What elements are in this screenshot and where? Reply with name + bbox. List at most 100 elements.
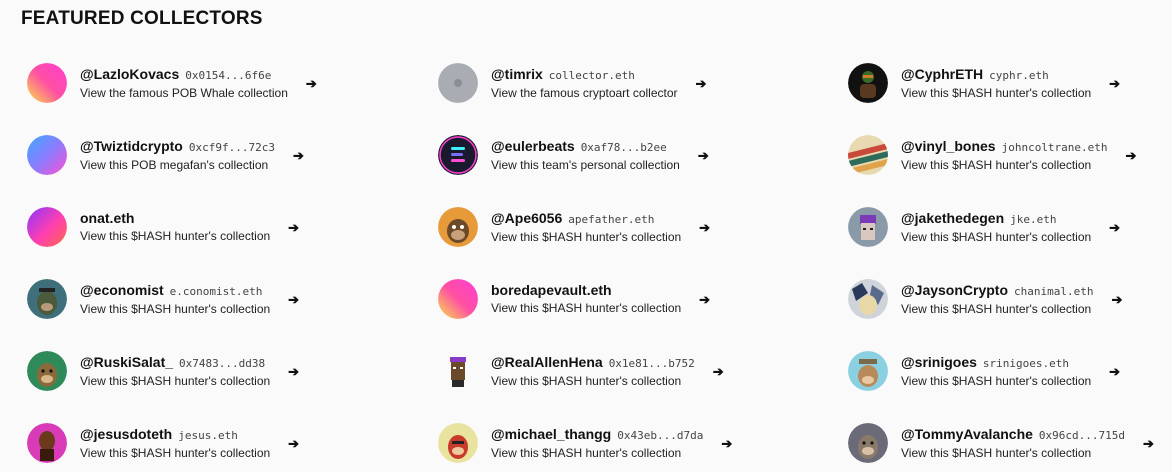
arrow-right-icon[interactable]: ➔ xyxy=(293,149,304,162)
arrow-right-icon[interactable]: ➔ xyxy=(1126,149,1137,162)
striped-art-avatar[interactable] xyxy=(848,135,888,175)
collector-info: @jesusdoteth jesus.eth View this $HASH hun… xyxy=(80,426,270,461)
gray-ape-avatar[interactable] xyxy=(848,423,888,463)
collector-handle[interactable]: @jesusdoteth xyxy=(80,426,172,442)
green-ape-avatar[interactable] xyxy=(27,351,67,391)
collector-card[interactable]: @CyphrETH cyphr.eth View this $HASH hunter… xyxy=(848,63,1120,103)
collector-handle[interactable]: @RealAllenHena xyxy=(491,354,603,370)
arrow-right-icon[interactable]: ➔ xyxy=(1109,77,1120,90)
collector-card[interactable]: @jesusdoteth jesus.eth View this $HASH hun… xyxy=(27,423,299,463)
collector-card[interactable]: @JaysonCrypto chanimal.eth View this $HASH… xyxy=(848,279,1122,319)
collector-handle[interactable]: @JaysonCrypto xyxy=(901,282,1008,298)
collector-header: @LazloKovacs 0x0154...6f6e xyxy=(80,66,288,84)
collector-header: @jesusdoteth jesus.eth xyxy=(80,426,270,444)
collector-handle[interactable]: @economist xyxy=(80,282,164,298)
collector-handle[interactable]: @jakethedegen xyxy=(901,210,1004,226)
collector-card[interactable]: @RuskiSalat_ 0x7483...dd38 View this $HASH… xyxy=(27,351,299,391)
collector-header: boredapevault.eth xyxy=(491,282,681,299)
collector-address: johncoltrane.eth xyxy=(1001,140,1108,154)
purple-hair-punk-avatar[interactable] xyxy=(848,207,888,247)
collector-card[interactable]: @TommyAvalanche 0x96cd...715d View this $H… xyxy=(848,423,1154,463)
collector-card[interactable]: @LazloKovacs 0x0154...6f6e View the famous… xyxy=(27,63,317,103)
collector-description: View this $HASH hunter's collection xyxy=(901,157,1092,172)
collector-description: View this $HASH hunter's collection xyxy=(901,301,1092,316)
collector-card[interactable]: onat.eth View this $HASH hunter's collect… xyxy=(27,207,299,247)
collector-handle[interactable]: onat.eth xyxy=(80,210,134,226)
collector-description: View this $HASH hunter's collection xyxy=(491,373,682,388)
collector-card[interactable]: @michael_thangg 0x43eb...d7da View this $H… xyxy=(438,423,732,463)
collector-card[interactable]: boredapevault.eth View this $HASH hunter'… xyxy=(438,279,710,319)
gradient-pink-orange-avatar[interactable] xyxy=(27,63,67,103)
arrow-right-icon[interactable]: ➔ xyxy=(1112,293,1123,306)
yellow-ape-avatar[interactable] xyxy=(438,423,478,463)
blue-ape-avatar[interactable] xyxy=(848,351,888,391)
collector-handle[interactable]: boredapevault.eth xyxy=(491,282,612,298)
dark-figure-avatar[interactable] xyxy=(848,63,888,103)
collector-card[interactable]: @economist e.conomist.eth View this $HASH … xyxy=(27,279,299,319)
collector-handle[interactable]: @RuskiSalat_ xyxy=(80,354,173,370)
collector-info: @economist e.conomist.eth View this $HASH … xyxy=(80,282,270,317)
collector-handle[interactable]: @LazloKovacs xyxy=(80,66,179,82)
collector-info: @jakethedegen jke.eth View this $HASH hunt… xyxy=(901,210,1091,245)
arrow-right-icon[interactable]: ➔ xyxy=(1109,365,1120,378)
eulerbeats-logo-avatar[interactable] xyxy=(438,135,478,175)
collector-card[interactable]: @eulerbeats 0xaf78...b2ee View this team's… xyxy=(438,135,709,175)
collector-handle[interactable]: @Ape6056 xyxy=(491,210,562,226)
arrow-right-icon[interactable]: ➔ xyxy=(288,221,299,234)
teal-ape-avatar[interactable] xyxy=(27,279,67,319)
collector-header: @TommyAvalanche 0x96cd...715d xyxy=(901,426,1125,444)
collector-description: View this $HASH hunter's collection xyxy=(491,301,682,315)
gradient-pink-orange-avatar[interactable] xyxy=(438,279,478,319)
ape-orange-avatar[interactable] xyxy=(438,207,478,247)
collector-address: 0x96cd...715d xyxy=(1038,428,1126,442)
collector-handle[interactable]: @TommyAvalanche xyxy=(901,426,1033,442)
collector-info: @eulerbeats 0xaf78...b2ee View this team's… xyxy=(491,138,680,173)
collector-address: jesus.eth xyxy=(178,428,238,442)
collector-card[interactable]: @srinigoes srinigoes.eth View this $HASH h… xyxy=(848,351,1120,391)
collector-card[interactable]: @Ape6056 apefather.eth View this $HASH hun… xyxy=(438,207,710,247)
arrow-right-icon[interactable]: ➔ xyxy=(699,293,710,306)
collector-handle[interactable]: @michael_thangg xyxy=(491,426,611,442)
arrow-right-icon[interactable]: ➔ xyxy=(306,77,317,90)
gray-circle-avatar[interactable] xyxy=(438,63,478,103)
arrow-right-icon[interactable]: ➔ xyxy=(288,437,299,450)
collector-info: @TommyAvalanche 0x96cd...715d View this $H… xyxy=(901,426,1125,461)
arrow-right-icon[interactable]: ➔ xyxy=(1143,437,1154,450)
collector-info: @Twiztidcrypto 0xcf9f...72c3 View this POB… xyxy=(80,138,275,173)
patterned-ape-avatar[interactable] xyxy=(848,279,888,319)
collector-header: @Ape6056 apefather.eth xyxy=(491,210,681,228)
collector-card[interactable]: @jakethedegen jke.eth View this $HASH hunt… xyxy=(848,207,1120,247)
collector-address: jke.eth xyxy=(1010,212,1057,226)
collector-info: @JaysonCrypto chanimal.eth View this $HASH… xyxy=(901,282,1094,317)
arrow-right-icon[interactable]: ➔ xyxy=(721,437,732,450)
arrow-right-icon[interactable]: ➔ xyxy=(288,365,299,378)
collector-handle[interactable]: @vinyl_bones xyxy=(901,138,996,154)
collector-card[interactable]: @timrix collector.eth View the famous cryp… xyxy=(438,63,706,103)
collector-card[interactable]: @RealAllenHena 0x1e81...b752 View this $HA… xyxy=(438,351,724,391)
gradient-purple-pink-avatar[interactable] xyxy=(27,207,67,247)
collector-handle[interactable]: @timrix xyxy=(491,66,543,82)
collector-header: @eulerbeats 0xaf78...b2ee xyxy=(491,138,680,156)
collector-card[interactable]: @vinyl_bones johncoltrane.eth View this $H… xyxy=(848,135,1136,175)
collector-card[interactable]: @Twiztidcrypto 0xcf9f...72c3 View this POB… xyxy=(27,135,304,175)
arrow-right-icon[interactable]: ➔ xyxy=(1109,221,1120,234)
arrow-right-icon[interactable]: ➔ xyxy=(696,77,707,90)
collector-info: boredapevault.eth View this $HASH hunter'… xyxy=(491,282,681,316)
collector-handle[interactable]: @Twiztidcrypto xyxy=(80,138,183,154)
arrow-right-icon[interactable]: ➔ xyxy=(288,293,299,306)
collector-handle[interactable]: @CyphrETH xyxy=(901,66,983,82)
collector-info: @timrix collector.eth View the famous cryp… xyxy=(491,66,678,101)
magenta-figure-avatar[interactable] xyxy=(27,423,67,463)
collector-handle[interactable]: @eulerbeats xyxy=(491,138,575,154)
collector-handle[interactable]: @srinigoes xyxy=(901,354,977,370)
arrow-right-icon[interactable]: ➔ xyxy=(698,149,709,162)
collector-header: @economist e.conomist.eth xyxy=(80,282,270,300)
collector-description: View this team's personal collection xyxy=(491,157,680,172)
collector-address: collector.eth xyxy=(548,68,635,82)
gradient-blue-pink-avatar[interactable] xyxy=(27,135,67,175)
arrow-right-icon[interactable]: ➔ xyxy=(713,365,724,378)
pixel-punk-avatar[interactable] xyxy=(438,351,478,391)
collector-address: apefather.eth xyxy=(568,212,655,226)
collector-description: View the famous POB Whale collection xyxy=(80,85,288,100)
arrow-right-icon[interactable]: ➔ xyxy=(699,221,710,234)
